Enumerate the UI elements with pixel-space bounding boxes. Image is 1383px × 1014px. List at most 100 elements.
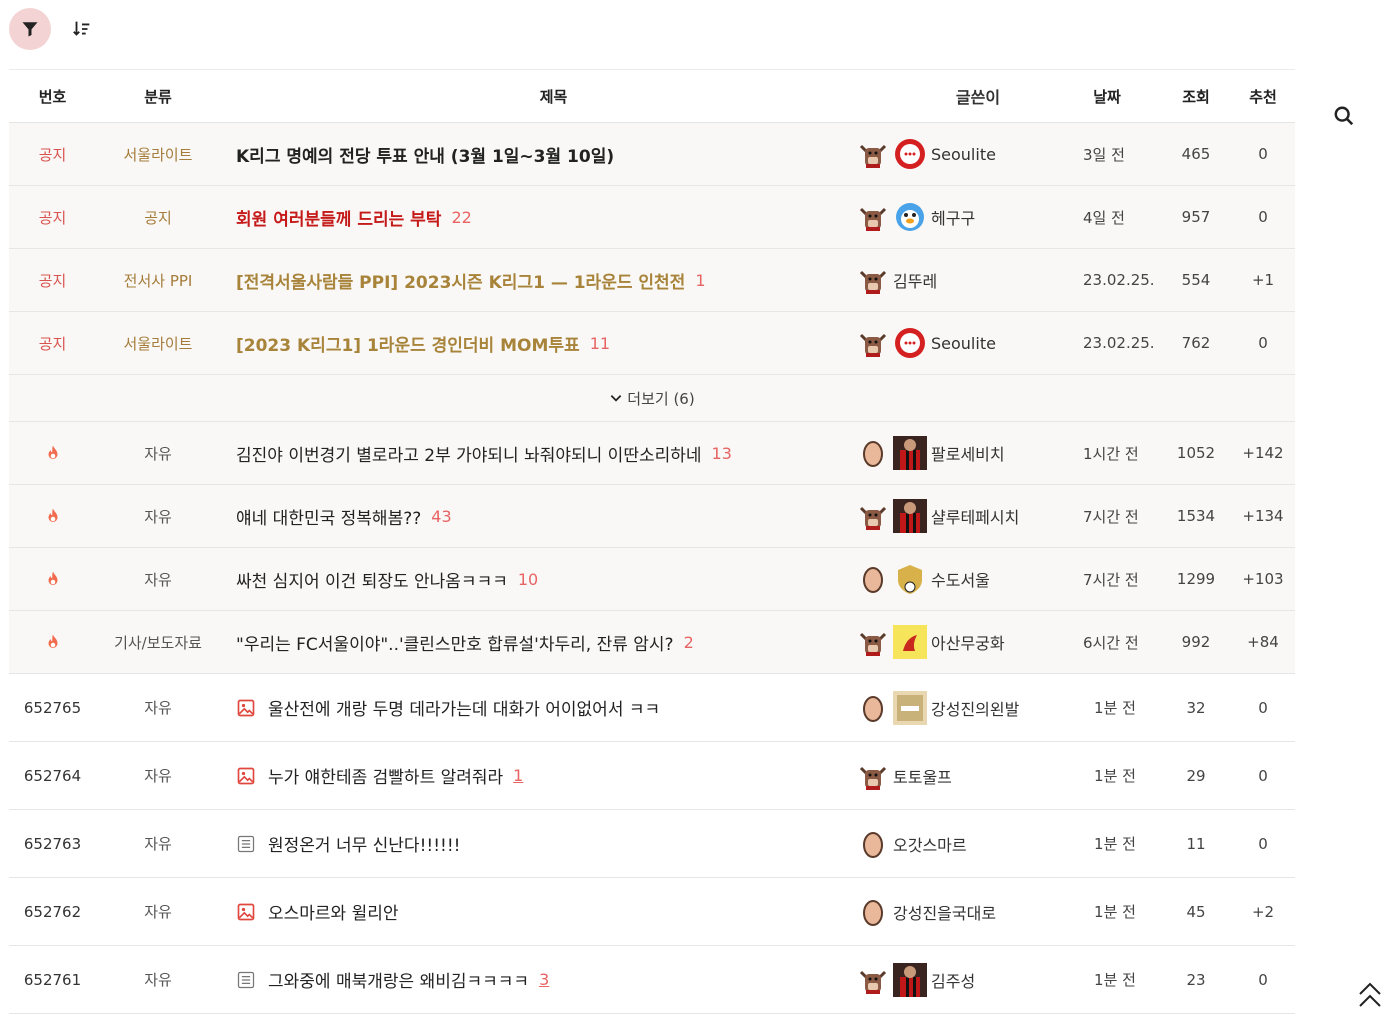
- post-title-cell[interactable]: K리그 명예의 전당 투표 안내 (3월 1일~3월 10일): [220, 142, 857, 167]
- post-title-cell[interactable]: 오스마르와 윌리안: [220, 899, 857, 924]
- level-badge-icon: [857, 964, 889, 996]
- post-title-cell[interactable]: 싸천 심지어 이건 퇴장도 안나옴ㅋㅋㅋ 10: [220, 567, 857, 592]
- author-cell[interactable]: 김주성: [857, 962, 1069, 997]
- post-row[interactable]: 652761 자유 그와중에 매북개랑은 왜비김ㅋㅋㅋㅋ 3 김주성 1분 전 23 0: [9, 946, 1295, 1014]
- author-cell[interactable]: Seoulite: [857, 326, 1069, 360]
- post-title-cell[interactable]: "우리는 FC서울이야"..'클린스만호 합류설'차두리, 잔류 암시? 2: [220, 630, 857, 655]
- author-name: 강성진의왼발: [931, 699, 1020, 719]
- comment-count[interactable]: 11: [590, 334, 610, 353]
- comment-count[interactable]: 2: [684, 633, 694, 652]
- post-votes: 0: [1258, 208, 1268, 226]
- post-date: 1시간 전: [1083, 444, 1139, 463]
- author-cell[interactable]: 아산무궁화: [857, 625, 1069, 659]
- post-category[interactable]: 전서사 PPI: [96, 270, 220, 291]
- notice-row[interactable]: 공지 공지 회원 여러분들께 드리는 부탁 22 헤구구 4일 전 957 0: [9, 186, 1295, 249]
- post-number: 652762: [23, 902, 82, 921]
- post-title-cell[interactable]: 회원 여러분들께 드리는 부탁 22: [220, 205, 857, 230]
- filter-button[interactable]: [9, 8, 51, 50]
- author-cell[interactable]: 강성진을국대로: [857, 896, 1069, 928]
- comment-count[interactable]: 10: [518, 570, 538, 589]
- author-cell[interactable]: 김뚜레: [857, 264, 1069, 296]
- post-row[interactable]: 652764 자유 누가 얘한테좀 검빨하트 알려줘라 1 토토울프 1분 전 29 0: [9, 742, 1295, 810]
- author-cell[interactable]: 토토울프: [857, 760, 1069, 792]
- post-votes: 0: [1258, 334, 1268, 352]
- level-badge-icon: [857, 692, 889, 724]
- post-number: 652764: [23, 766, 82, 785]
- post-title-cell[interactable]: 누가 얘한테좀 검빨하트 알려줘라 1: [220, 763, 857, 788]
- author-name: 토토울프: [893, 767, 952, 787]
- comment-count[interactable]: 3: [539, 970, 549, 989]
- more-notices-button[interactable]: 더보기 (6): [9, 375, 1295, 422]
- hot-post-row[interactable]: 기사/보도자료 "우리는 FC서울이야"..'클린스만호 합류설'차두리, 잔류 …: [9, 611, 1295, 674]
- post-title[interactable]: 회원 여러분들께 드리는 부탁: [236, 205, 441, 230]
- header-date: 날짜: [1093, 87, 1121, 106]
- post-date: 23.02.25.: [1083, 334, 1155, 352]
- chevron-down-icon: [610, 395, 622, 402]
- hot-post-row[interactable]: 자유 얘네 대한민국 정복해봄?? 43 샬루테페시치 7시간 전 1534 +134: [9, 485, 1295, 548]
- post-title-cell[interactable]: [2023 K리그1] 1라운드 경인더비 MOM투표 11: [220, 331, 857, 356]
- post-row[interactable]: 652762 자유 오스마르와 윌리안 강성진을국대로 1분 전 45 +2: [9, 878, 1295, 946]
- post-date: 7시간 전: [1083, 570, 1139, 589]
- post-title[interactable]: 원정온거 너무 신난다!!!!!!: [268, 831, 460, 856]
- post-title[interactable]: K리그 명예의 전당 투표 안내 (3월 1일~3월 10일): [236, 142, 614, 167]
- post-title-cell[interactable]: 울산전에 개랑 두명 데라가는데 대화가 어이없어서 ㅋㅋ: [220, 695, 857, 720]
- post-category[interactable]: 공지: [96, 207, 220, 228]
- author-cell[interactable]: 수도서울: [857, 562, 1069, 596]
- post-title-cell[interactable]: 김진야 이번경기 별로라고 2부 가야되니 놔줘야되니 이딴소리하네 13: [220, 441, 857, 466]
- post-number: 652763: [23, 834, 82, 853]
- post-title[interactable]: [2023 K리그1] 1라운드 경인더비 MOM투표: [236, 331, 580, 356]
- sort-button[interactable]: [67, 14, 97, 44]
- post-votes: +103: [1242, 570, 1284, 588]
- post-category[interactable]: 자유: [96, 833, 220, 854]
- author-cell[interactable]: 강성진의왼발: [857, 690, 1069, 725]
- author-cell[interactable]: 헤구구: [857, 200, 1069, 234]
- post-title[interactable]: 그와중에 매북개랑은 왜비김ㅋㅋㅋㅋ: [268, 967, 529, 992]
- post-category[interactable]: 자유: [96, 901, 220, 922]
- post-category[interactable]: 기사/보도자료: [96, 632, 220, 653]
- post-category[interactable]: 자유: [96, 697, 220, 718]
- post-title[interactable]: 울산전에 개랑 두명 데라가는데 대화가 어이없어서 ㅋㅋ: [268, 695, 660, 720]
- post-title[interactable]: 싸천 심지어 이건 퇴장도 안나옴ㅋㅋㅋ: [236, 567, 508, 592]
- post-title[interactable]: 누가 얘한테좀 검빨하트 알려줘라: [268, 763, 503, 788]
- post-category[interactable]: 자유: [96, 443, 220, 464]
- post-category[interactable]: 서울라이트: [96, 144, 220, 165]
- post-category[interactable]: 자유: [96, 569, 220, 590]
- scroll-top-button[interactable]: [1356, 980, 1383, 1010]
- notice-row[interactable]: 공지 서울라이트 [2023 K리그1] 1라운드 경인더비 MOM투표 11 Seou…: [9, 312, 1295, 375]
- table-header: 번호 분류 제목 글쓴이 날짜 조회 추천: [9, 69, 1295, 123]
- author-cell[interactable]: 샬루테페시치: [857, 499, 1069, 533]
- post-title-cell[interactable]: 원정온거 너무 신난다!!!!!!: [220, 831, 857, 856]
- notice-row[interactable]: 공지 전서사 PPI [전격서울사람들 PPI] 2023시즌 K리그1 — 1라운…: [9, 249, 1295, 312]
- post-row[interactable]: 652765 자유 울산전에 개랑 두명 데라가는데 대화가 어이없어서 ㅋㅋ 강성진…: [9, 674, 1295, 742]
- notice-label: 공지: [38, 208, 67, 227]
- author-cell[interactable]: 오갓스마르: [857, 828, 1069, 860]
- post-title[interactable]: "우리는 FC서울이야"..'클린스만호 합류설'차두리, 잔류 암시?: [236, 630, 674, 655]
- hot-post-row[interactable]: 자유 싸천 심지어 이건 퇴장도 안나옴ㅋㅋㅋ 10 수도서울 7시간 전 1299 +10…: [9, 548, 1295, 611]
- author-cell[interactable]: Seoulite: [857, 137, 1069, 171]
- hot-post-row[interactable]: 자유 김진야 이번경기 별로라고 2부 가야되니 놔줘야되니 이딴소리하네 13 팔로…: [9, 422, 1295, 485]
- post-date: 1분 전: [1094, 971, 1136, 989]
- post-category[interactable]: 자유: [96, 506, 220, 527]
- comment-count[interactable]: 43: [431, 507, 451, 526]
- post-votes: +1: [1251, 271, 1275, 289]
- post-category[interactable]: 자유: [96, 765, 220, 786]
- post-title[interactable]: 김진야 이번경기 별로라고 2부 가야되니 놔줘야되니 이딴소리하네: [236, 441, 702, 466]
- search-button[interactable]: [1330, 102, 1358, 130]
- post-category[interactable]: 서울라이트: [96, 333, 220, 354]
- author-cell[interactable]: 팔로세비치: [857, 436, 1069, 470]
- user-avatar: [893, 962, 927, 997]
- post-title-cell[interactable]: [전격서울사람들 PPI] 2023시즌 K리그1 — 1라운드 인천전 1: [220, 268, 857, 293]
- comment-count[interactable]: 1: [513, 766, 523, 785]
- post-category[interactable]: 자유: [96, 969, 220, 990]
- author-name: 팔로세비치: [931, 445, 1005, 464]
- post-title[interactable]: 오스마르와 윌리안: [268, 899, 399, 924]
- post-title-cell[interactable]: 얘네 대한민국 정복해봄?? 43: [220, 504, 857, 529]
- post-title[interactable]: [전격서울사람들 PPI] 2023시즌 K리그1 — 1라운드 인천전: [236, 268, 685, 293]
- comment-count[interactable]: 13: [712, 444, 732, 463]
- comment-count[interactable]: 22: [451, 208, 471, 227]
- post-title[interactable]: 얘네 대한민국 정복해봄??: [236, 504, 421, 529]
- post-title-cell[interactable]: 그와중에 매북개랑은 왜비김ㅋㅋㅋㅋ 3: [220, 967, 857, 992]
- post-row[interactable]: 652763 자유 원정온거 너무 신난다!!!!!! 오갓스마르 1분 전 11 0: [9, 810, 1295, 878]
- notice-row[interactable]: 공지 서울라이트 K리그 명예의 전당 투표 안내 (3월 1일~3월 10일) Se…: [9, 123, 1295, 186]
- comment-count[interactable]: 1: [695, 271, 705, 290]
